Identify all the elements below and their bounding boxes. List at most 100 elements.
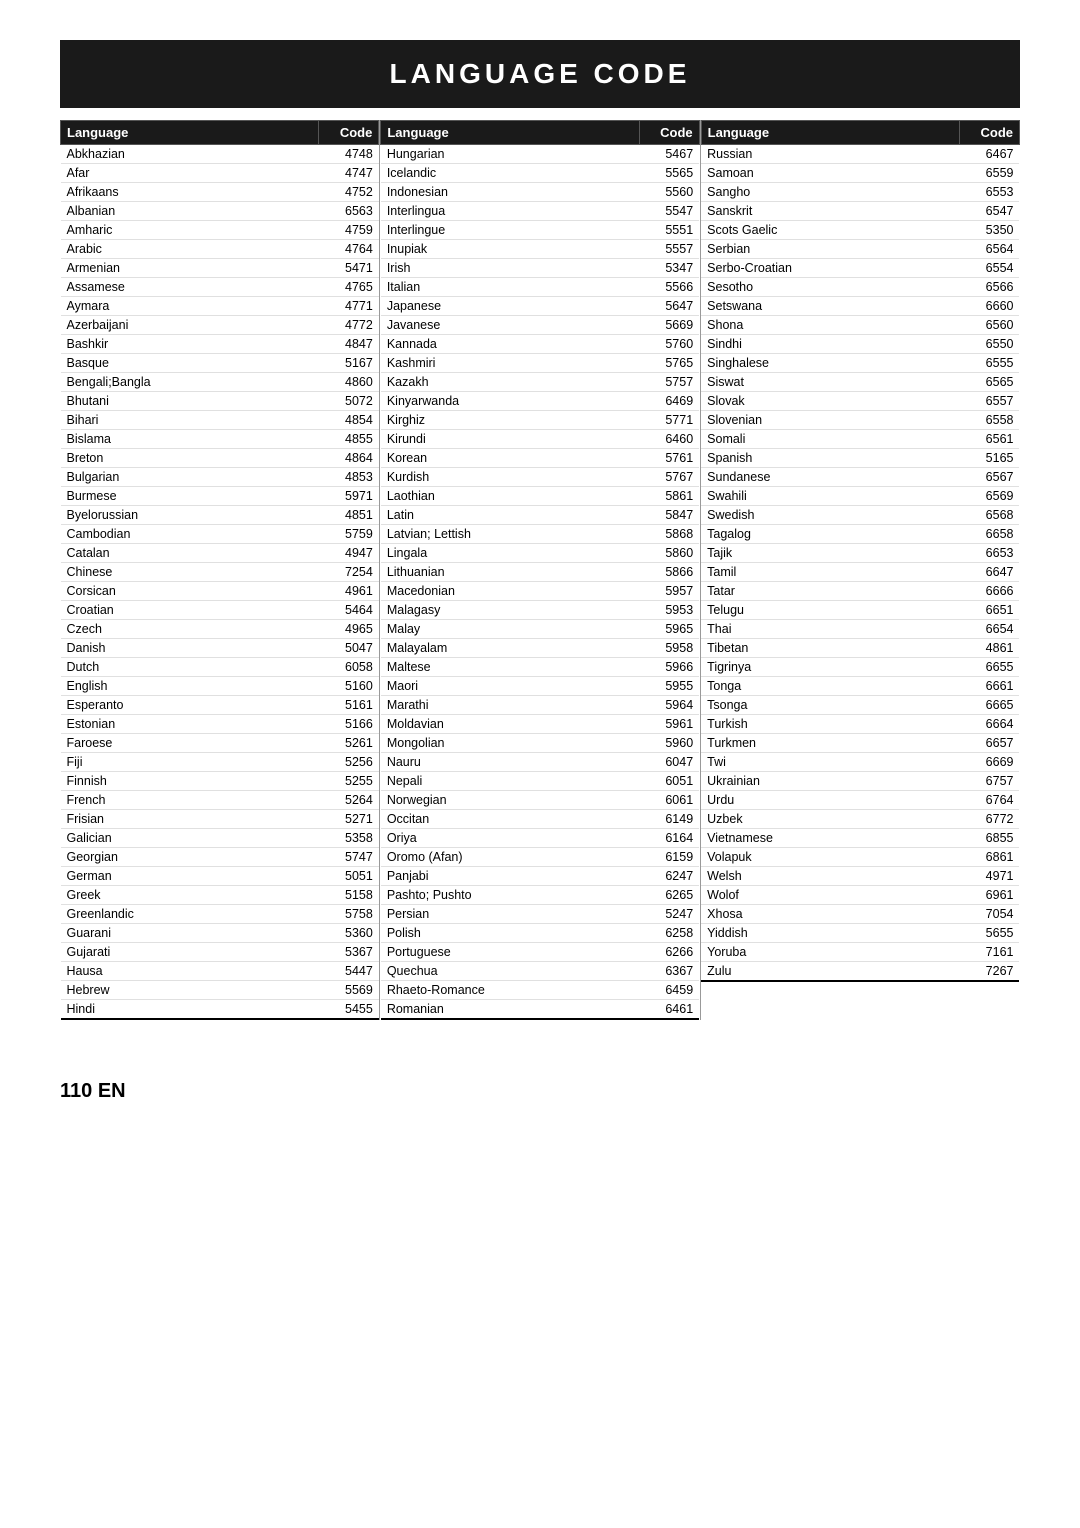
language-code: 5965 xyxy=(639,620,699,639)
table-row: Bislama4855 xyxy=(61,430,379,449)
language-code: 4855 xyxy=(319,430,379,449)
col-header-code-0: Code xyxy=(319,121,379,145)
language-code: 6051 xyxy=(639,772,699,791)
language-code: 6657 xyxy=(959,734,1019,753)
language-code: 6460 xyxy=(639,430,699,449)
language-code: 4961 xyxy=(319,582,379,601)
language-code: 7267 xyxy=(959,962,1019,982)
language-name: Burmese xyxy=(61,487,319,506)
language-name: Oromo (Afan) xyxy=(381,848,639,867)
language-code: 6661 xyxy=(959,677,1019,696)
language-name: Georgian xyxy=(61,848,319,867)
language-code: 5861 xyxy=(639,487,699,506)
language-name: Shona xyxy=(701,316,959,335)
language-code: 6567 xyxy=(959,468,1019,487)
language-code: 6247 xyxy=(639,867,699,886)
language-name: German xyxy=(61,867,319,886)
table-row: Interlingue5551 xyxy=(381,221,699,240)
language-name: Malagasy xyxy=(381,601,639,620)
table-row: Kazakh5757 xyxy=(381,373,699,392)
language-code: 6550 xyxy=(959,335,1019,354)
language-name: Malayalam xyxy=(381,639,639,658)
table-row: Amharic4759 xyxy=(61,221,379,240)
language-name: Uzbek xyxy=(701,810,959,829)
language-name: Tagalog xyxy=(701,525,959,544)
table-row: Kirghiz5771 xyxy=(381,411,699,430)
table-row: Quechua6367 xyxy=(381,962,699,981)
language-code: 6149 xyxy=(639,810,699,829)
language-code: 5072 xyxy=(319,392,379,411)
language-name: Polish xyxy=(381,924,639,943)
table-row: Serbian6564 xyxy=(701,240,1019,259)
language-name: Abkhazian xyxy=(61,145,319,164)
language-name: Lingala xyxy=(381,544,639,563)
table-row: Lingala5860 xyxy=(381,544,699,563)
language-code: 5247 xyxy=(639,905,699,924)
table-row: Georgian5747 xyxy=(61,848,379,867)
language-name: Mongolian xyxy=(381,734,639,753)
table-row: Serbo-Croatian6554 xyxy=(701,259,1019,278)
language-code: 5347 xyxy=(639,259,699,278)
language-code: 4853 xyxy=(319,468,379,487)
table-row: Moldavian5961 xyxy=(381,715,699,734)
language-name: French xyxy=(61,791,319,810)
table-row: Croatian5464 xyxy=(61,601,379,620)
language-name: Afar xyxy=(61,164,319,183)
language-code: 4772 xyxy=(319,316,379,335)
table-row: Sanskrit6547 xyxy=(701,202,1019,221)
language-name: Korean xyxy=(381,449,639,468)
language-code: 6547 xyxy=(959,202,1019,221)
language-code: 6265 xyxy=(639,886,699,905)
language-code: 5547 xyxy=(639,202,699,221)
table-row: Somali6561 xyxy=(701,430,1019,449)
language-code: 5161 xyxy=(319,696,379,715)
language-code: 5647 xyxy=(639,297,699,316)
table-row: Hindi5455 xyxy=(61,1000,379,1020)
table-row: Indonesian5560 xyxy=(381,183,699,202)
table-row: Czech4965 xyxy=(61,620,379,639)
table-row: Assamese4765 xyxy=(61,278,379,297)
language-code: 6258 xyxy=(639,924,699,943)
language-code: 5165 xyxy=(959,449,1019,468)
language-name: Irish xyxy=(381,259,639,278)
language-name: Sindhi xyxy=(701,335,959,354)
language-name: Latin xyxy=(381,506,639,525)
language-code: 6558 xyxy=(959,411,1019,430)
language-code: 4860 xyxy=(319,373,379,392)
table-row: Uzbek6772 xyxy=(701,810,1019,829)
language-name: Amharic xyxy=(61,221,319,240)
table-row: Tigrinya6655 xyxy=(701,658,1019,677)
language-name: Hebrew xyxy=(61,981,319,1000)
language-name: Estonian xyxy=(61,715,319,734)
table-row: Bengali;Bangla4860 xyxy=(61,373,379,392)
language-name: Setswana xyxy=(701,297,959,316)
language-name: Kashmiri xyxy=(381,354,639,373)
table-row: Persian5247 xyxy=(381,905,699,924)
table-row: Fiji5256 xyxy=(61,753,379,772)
language-name: Maori xyxy=(381,677,639,696)
language-name: Moldavian xyxy=(381,715,639,734)
language-name: Finnish xyxy=(61,772,319,791)
table-row: Malayalam5958 xyxy=(381,639,699,658)
table-row: Azerbaijani4772 xyxy=(61,316,379,335)
language-column-0: LanguageCodeAbkhazian4748Afar4747Afrikaa… xyxy=(60,120,380,1020)
language-name: Croatian xyxy=(61,601,319,620)
language-code: 6467 xyxy=(959,145,1019,164)
table-row: Catalan4947 xyxy=(61,544,379,563)
col-header-code-2: Code xyxy=(959,121,1019,145)
language-code: 6568 xyxy=(959,506,1019,525)
language-name: Volapuk xyxy=(701,848,959,867)
table-row: Maori5955 xyxy=(381,677,699,696)
language-code: 5360 xyxy=(319,924,379,943)
language-code: 5566 xyxy=(639,278,699,297)
language-code: 5655 xyxy=(959,924,1019,943)
language-name: Laothian xyxy=(381,487,639,506)
language-name: English xyxy=(61,677,319,696)
language-code: 5557 xyxy=(639,240,699,259)
language-code: 5166 xyxy=(319,715,379,734)
language-name: Azerbaijani xyxy=(61,316,319,335)
table-row: Nepali6051 xyxy=(381,772,699,791)
language-code: 6469 xyxy=(639,392,699,411)
table-row: Dutch6058 xyxy=(61,658,379,677)
table-row: Kannada5760 xyxy=(381,335,699,354)
